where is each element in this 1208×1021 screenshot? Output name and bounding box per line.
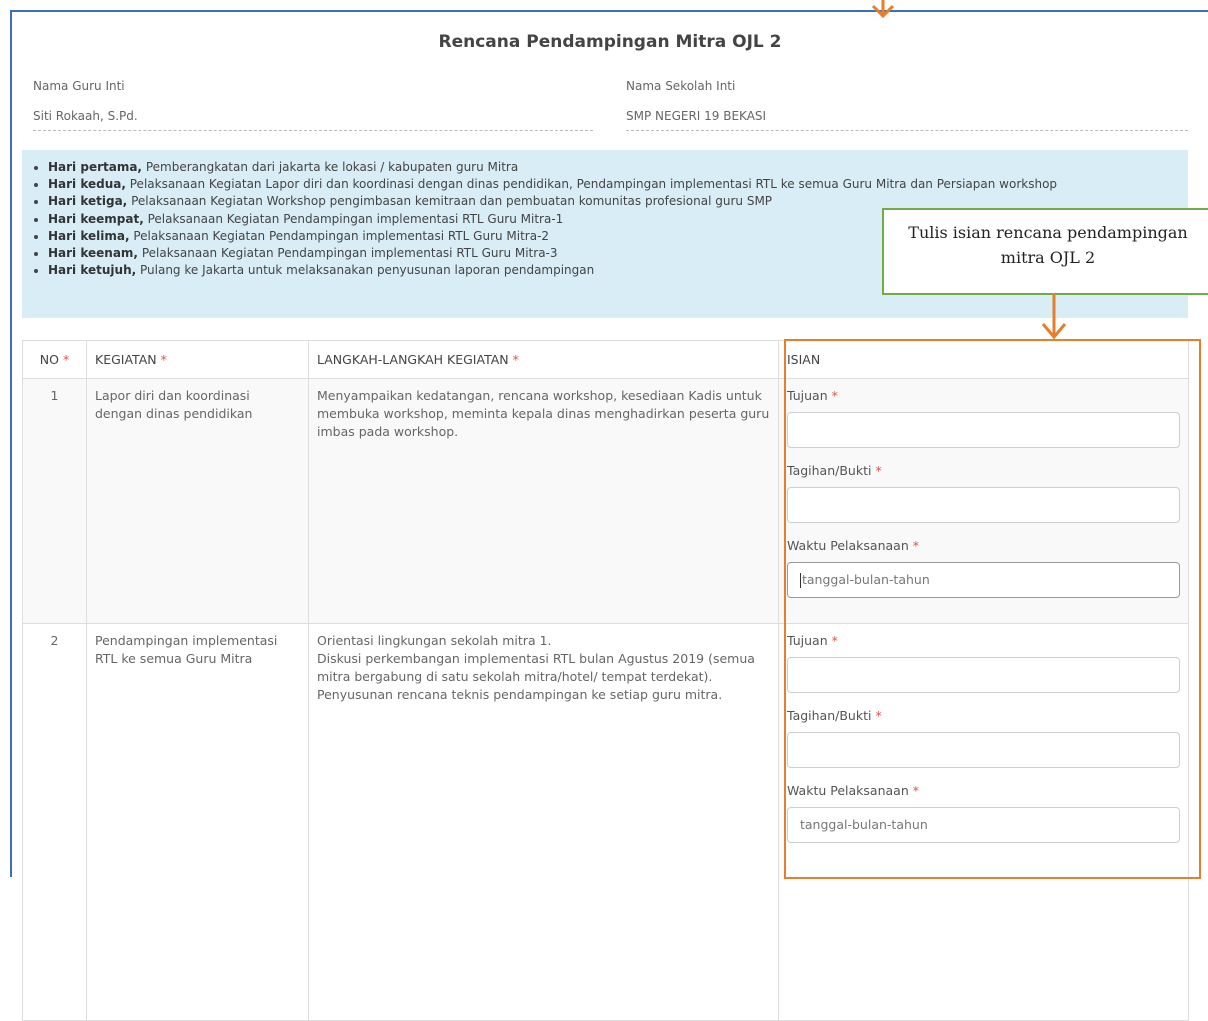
header-kegiatan: KEGIATAN * xyxy=(86,340,309,379)
text-cursor xyxy=(800,573,801,588)
tujuan-label: Tujuan * xyxy=(787,633,838,648)
sekolah-inti-underline xyxy=(626,130,1188,131)
tagihan-input[interactable] xyxy=(787,732,1180,768)
guru-inti-underline xyxy=(33,130,593,131)
langkah-line: Orientasi lingkungan sekolah mitra 1. xyxy=(317,633,552,648)
frame-top-border xyxy=(10,10,1208,12)
sekolah-inti-label: Nama Sekolah Inti xyxy=(626,79,736,93)
table-row: 1 Lapor diri dan koordinasi dengan dinas… xyxy=(22,378,1189,624)
schedule-item: Hari pertama, Pemberangkatan dari jakart… xyxy=(48,159,1172,176)
row-kegiatan: Pendampingan implementasi RTL ke semua G… xyxy=(86,623,309,1021)
tujuan-input[interactable] xyxy=(787,412,1180,448)
row-langkah: Orientasi lingkungan sekolah mitra 1. Di… xyxy=(308,623,779,1021)
header-no: NO * xyxy=(22,340,87,379)
row-kegiatan: Lapor diri dan koordinasi dengan dinas p… xyxy=(86,378,309,624)
callout-box: Tulis isian rencana pendampingan mitra O… xyxy=(882,208,1208,295)
row-number: 2 xyxy=(22,623,87,1021)
tagihan-label: Tagihan/Bukti * xyxy=(787,463,882,478)
page-title: Rencana Pendampingan Mitra OJL 2 xyxy=(438,32,782,52)
frame-left-border xyxy=(10,10,12,877)
row-langkah: Menyampaikan kedatangan, rencana worksho… xyxy=(308,378,779,624)
table-header-row: NO * KEGIATAN * LANGKAH-LANGKAH KEGIATAN… xyxy=(22,340,1189,379)
tagihan-input[interactable] xyxy=(787,487,1180,523)
langkah-line: Diskusi perkembangan implementasi RTL bu… xyxy=(317,651,755,684)
guru-inti-value: Siti Rokaah, S.Pd. xyxy=(33,109,138,123)
waktu-label: Waktu Pelaksanaan * xyxy=(787,538,919,553)
tagihan-label: Tagihan/Bukti * xyxy=(787,708,882,723)
schedule-item: Hari kedua, Pelaksanaan Kegiatan Lapor d… xyxy=(48,176,1172,193)
row-isian: Tujuan * Tagihan/Bukti * Waktu Pelaksana… xyxy=(778,623,1189,1021)
waktu-placeholder: tanggal-bulan-tahun xyxy=(802,572,930,587)
langkah-line: Penyusunan rencana teknis pendampingan k… xyxy=(317,687,723,702)
waktu-label: Waktu Pelaksanaan * xyxy=(787,783,919,798)
row-isian: Tujuan * Tagihan/Bukti * Waktu Pelaksana… xyxy=(778,378,1189,624)
row-number: 1 xyxy=(22,378,87,624)
waktu-date-input[interactable]: tanggal-bulan-tahun xyxy=(787,807,1180,843)
header-langkah: LANGKAH-LANGKAH KEGIATAN * xyxy=(308,340,779,379)
callout-arrow-icon xyxy=(1041,293,1067,340)
table-row: 2 Pendampingan implementasi RTL ke semua… xyxy=(22,623,1189,1021)
header-isian: ISIAN xyxy=(778,340,1189,379)
tujuan-label: Tujuan * xyxy=(787,388,838,403)
top-orange-arrow-icon xyxy=(871,0,895,19)
guru-inti-label: Nama Guru Inti xyxy=(33,79,125,93)
tujuan-input[interactable] xyxy=(787,657,1180,693)
sekolah-inti-value: SMP NEGERI 19 BEKASI xyxy=(626,109,767,123)
waktu-date-input[interactable]: tanggal-bulan-tahun xyxy=(787,562,1180,598)
activity-table: NO * KEGIATAN * LANGKAH-LANGKAH KEGIATAN… xyxy=(22,340,1189,1021)
